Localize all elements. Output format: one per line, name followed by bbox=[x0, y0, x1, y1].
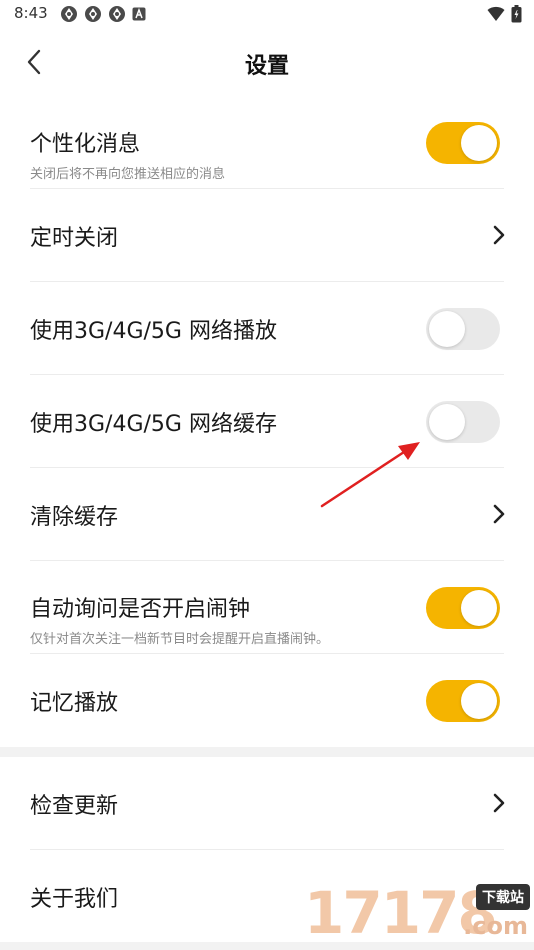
chevron-right-icon bbox=[492, 502, 506, 526]
setting-title: 定时关闭 bbox=[30, 226, 119, 251]
app-notification-icon bbox=[61, 6, 77, 22]
font-a-icon bbox=[132, 7, 146, 21]
setting-title: 关于我们 bbox=[30, 887, 119, 912]
toggle-knob bbox=[429, 311, 465, 347]
status-time: 8:43 bbox=[14, 4, 48, 22]
setting-row-resume-play: 记忆播放 bbox=[0, 654, 534, 747]
watermark-logo: 17178 下载站 .com bbox=[304, 882, 530, 944]
section-divider bbox=[0, 747, 534, 757]
toggle-knob bbox=[429, 404, 465, 440]
setting-title: 清除缓存 bbox=[30, 505, 119, 530]
status-bar: 8:43 bbox=[0, 0, 534, 28]
setting-title: 检查更新 bbox=[30, 794, 119, 819]
setting-title: 使用3G/4G/5G 网络缓存 bbox=[30, 412, 277, 437]
wifi-icon bbox=[487, 6, 505, 21]
chevron-right-icon bbox=[492, 791, 506, 815]
status-icons-left bbox=[60, 5, 146, 23]
setting-title: 使用3G/4G/5G 网络播放 bbox=[30, 319, 277, 344]
toggle-switch-alarm-prompt[interactable] bbox=[426, 587, 500, 629]
toggle-knob bbox=[461, 125, 497, 161]
setting-title: 记忆播放 bbox=[30, 691, 119, 716]
setting-subtitle: 仅针对首次关注一档新节目时会提醒开启直播闹钟。 bbox=[30, 632, 330, 647]
app-notification-icon bbox=[85, 6, 101, 22]
setting-row-alarm-prompt: 自动询问是否开启闹钟 仅针对首次关注一档新节目时会提醒开启直播闹钟。 bbox=[0, 561, 534, 654]
app-notification-icon bbox=[109, 6, 125, 22]
watermark-badge: 下载站 bbox=[476, 884, 530, 910]
setting-row-mobile-play: 使用3G/4G/5G 网络播放 bbox=[0, 282, 534, 375]
chevron-right-icon bbox=[492, 223, 506, 247]
settings-list: 个性化消息 关闭后将不再向您推送相应的消息 定时关闭 使用3G/4G/5G 网络… bbox=[0, 96, 534, 943]
toggle-knob bbox=[461, 683, 497, 719]
setting-row-mobile-cache: 使用3G/4G/5G 网络缓存 bbox=[0, 375, 534, 468]
setting-title: 个性化消息 bbox=[30, 132, 141, 157]
watermark-domain: .com bbox=[463, 912, 528, 940]
status-icons-right bbox=[487, 5, 522, 23]
setting-title: 自动询问是否开启闹钟 bbox=[30, 597, 251, 622]
setting-row-personalized: 个性化消息 关闭后将不再向您推送相应的消息 bbox=[0, 96, 534, 189]
setting-row-check-update[interactable]: 检查更新 bbox=[0, 757, 534, 850]
setting-row-clear-cache[interactable]: 清除缓存 bbox=[0, 468, 534, 561]
header: 设置 bbox=[0, 28, 534, 96]
setting-subtitle: 关闭后将不再向您推送相应的消息 bbox=[30, 167, 226, 182]
page-title: 设置 bbox=[244, 54, 289, 79]
setting-row-timer-off[interactable]: 定时关闭 bbox=[0, 189, 534, 282]
toggle-switch-mobile-play[interactable] bbox=[426, 308, 500, 350]
toggle-switch-mobile-cache[interactable] bbox=[426, 401, 500, 443]
toggle-switch-resume-play[interactable] bbox=[426, 680, 500, 722]
toggle-knob bbox=[461, 590, 497, 626]
toggle-switch-personalized[interactable] bbox=[426, 122, 500, 164]
battery-icon bbox=[511, 5, 522, 23]
